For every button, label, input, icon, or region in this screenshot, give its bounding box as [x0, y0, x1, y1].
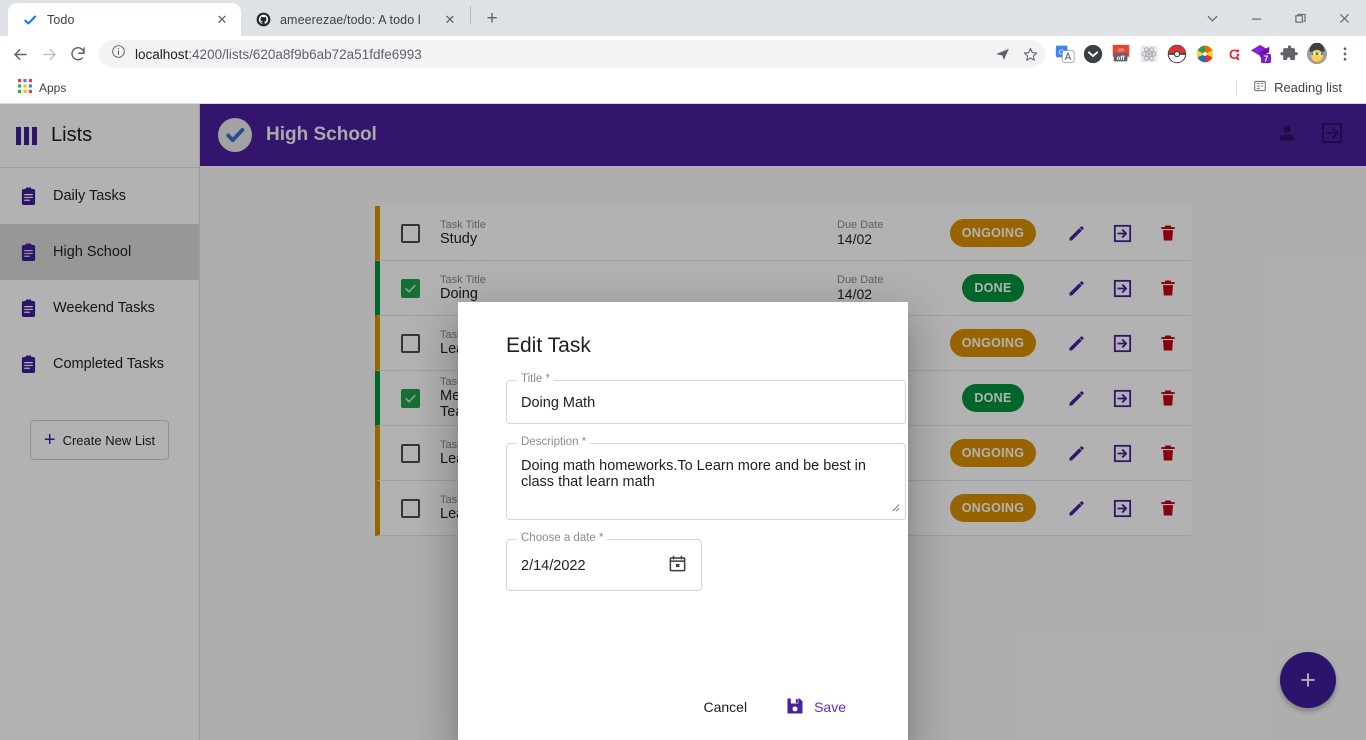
adblock-off-icon[interactable]: co off — [1108, 41, 1134, 67]
back-icon[interactable] — [6, 40, 34, 68]
color-picker-icon[interactable] — [1192, 41, 1218, 67]
date-field-outline[interactable]: Choose a date * 2/14/2022 — [506, 532, 702, 592]
title-field-outline[interactable]: Title * Doing Math — [506, 373, 906, 425]
url-host: localhost — [135, 46, 189, 62]
bookmark-apps[interactable]: Apps — [10, 76, 74, 99]
github-favicon — [255, 12, 271, 28]
omnibox-actions — [989, 41, 1043, 67]
dialog-title: Edit Task — [506, 334, 591, 357]
clickup-icon[interactable]: C — [1220, 41, 1246, 67]
info-circle-icon[interactable] — [111, 44, 126, 64]
save-floppy-icon — [785, 696, 805, 719]
description-field[interactable]: Description * Doing math homeworks.To Le… — [506, 436, 906, 521]
chrome-menu-icon[interactable] — [1332, 41, 1358, 67]
description-field-outline[interactable]: Description * Doing math homeworks.To Le… — [506, 436, 906, 521]
date-field[interactable]: Choose a date * 2/14/2022 — [506, 532, 702, 592]
close-icon[interactable]: ✕ — [441, 11, 459, 29]
dialog-actions: Cancel Save — [482, 689, 884, 725]
tab-divider — [470, 5, 471, 24]
address-bar[interactable]: localhost:4200/lists/620a8f9b6ab72a51fdf… — [99, 40, 1045, 68]
save-label: Save — [814, 699, 846, 715]
bookmarks-bar: Apps Reading list — [0, 72, 1366, 104]
browser-tab-github[interactable]: ameerezae/todo: A todo l ✕ — [241, 3, 469, 36]
reload-icon[interactable] — [64, 40, 92, 68]
svg-text:off: off — [1116, 55, 1125, 62]
browser-window: Todo ✕ ameerezae/todo: A todo l ✕ + loca… — [0, 0, 1366, 740]
close-icon[interactable]: ✕ — [213, 11, 231, 29]
close-window-icon[interactable] — [1322, 0, 1366, 36]
new-tab-button[interactable]: + — [478, 5, 506, 33]
tab-strip: Todo ✕ ameerezae/todo: A todo l ✕ + — [0, 0, 1366, 36]
address-bar-text: localhost:4200/lists/620a8f9b6ab72a51fdf… — [135, 47, 422, 62]
react-devtools-icon[interactable] — [1136, 41, 1162, 67]
resize-handle-icon[interactable] — [889, 501, 900, 515]
bookmark-label: Apps — [39, 80, 67, 95]
ext-badge-count: 7 — [1264, 54, 1268, 63]
window-controls — [1190, 0, 1366, 36]
pocket-icon[interactable] — [1080, 41, 1106, 67]
minimize-icon[interactable] — [1234, 0, 1278, 36]
divider — [1236, 79, 1238, 96]
date-input[interactable]: 2/14/2022 — [521, 558, 668, 574]
edit-task-dialog: Edit Task Title * Doing Math Description… — [458, 302, 908, 740]
profile-avatar-icon[interactable] — [1304, 41, 1330, 67]
reading-list-button[interactable]: Reading list — [1245, 76, 1350, 99]
star-icon[interactable] — [1017, 41, 1043, 67]
title-field[interactable]: Title * Doing Math — [506, 373, 906, 425]
puzzle-extensions-icon[interactable] — [1276, 41, 1302, 67]
browser-tab-todo[interactable]: Todo ✕ — [8, 3, 241, 36]
calendar-icon[interactable] — [668, 554, 687, 578]
pokeball-icon[interactable] — [1164, 41, 1190, 67]
tab-search-icon[interactable] — [1190, 0, 1234, 36]
title-input[interactable]: Doing Math — [521, 395, 891, 411]
purple-badge-icon[interactable]: 7 — [1248, 41, 1274, 67]
check-favicon — [22, 12, 38, 28]
cancel-button[interactable]: Cancel — [687, 689, 763, 725]
description-field-label: Description * — [517, 436, 591, 449]
svg-text:co: co — [1118, 47, 1124, 53]
tab-title: Todo — [47, 12, 75, 27]
date-field-label: Choose a date * — [517, 532, 608, 545]
bookmarks-right: Reading list — [1236, 76, 1356, 99]
description-input[interactable]: Doing math homeworks.To Learn more and b… — [521, 458, 891, 490]
web-page: Lists Daily Tasks High School Weekend Ta… — [0, 104, 1366, 740]
forward-icon[interactable] — [35, 40, 63, 68]
grid-apps-icon — [18, 79, 32, 96]
browser-toolbar: localhost:4200/lists/620a8f9b6ab72a51fdf… — [0, 36, 1366, 72]
reading-list-icon — [1253, 79, 1267, 96]
maximize-icon[interactable] — [1278, 0, 1322, 36]
reading-list-label: Reading list — [1274, 80, 1342, 95]
tab-title: ameerezae/todo: A todo l — [280, 12, 421, 27]
title-field-label: Title * — [517, 373, 554, 385]
extensions-strip: G co off C 7 — [1052, 41, 1360, 67]
send-icon[interactable] — [989, 41, 1015, 67]
google-translate-icon[interactable]: G — [1052, 41, 1078, 67]
url-path: :4200/lists/620a8f9b6ab72a51fdfe6993 — [188, 46, 422, 62]
save-button[interactable]: Save — [771, 689, 860, 725]
